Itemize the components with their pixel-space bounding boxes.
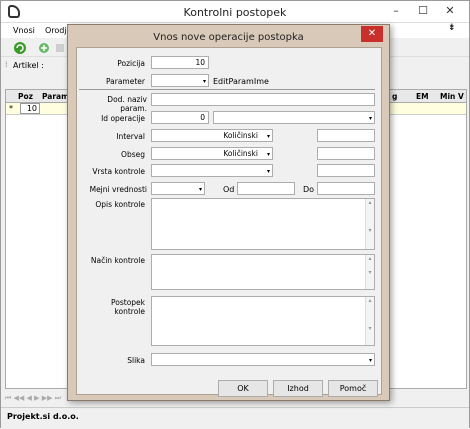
opis-kontrole-textarea[interactable]: ▴ ▾	[151, 198, 375, 250]
chevron-down-icon: ▾	[266, 133, 270, 140]
maximize-button[interactable]: ☐	[410, 1, 436, 21]
scrollbar[interactable]: ▴ ▾	[365, 297, 374, 345]
scrollbar[interactable]: ▴ ▾	[365, 255, 374, 289]
scroll-up-icon[interactable]: ▴	[368, 297, 371, 304]
od-label: Od	[223, 185, 235, 194]
dialog-title-bar: Vnos nove operacije postopka ✕	[68, 25, 389, 47]
dialog-close-button[interactable]: ✕	[361, 26, 383, 42]
dialog-title: Vnos nove operacije postopka	[153, 32, 304, 43]
minimize-button[interactable]: –	[383, 1, 409, 21]
do-field[interactable]	[317, 182, 375, 195]
nacin-kontrole-label: Način kontrole	[90, 256, 145, 265]
scroll-up-icon[interactable]: ▴	[368, 255, 371, 262]
status-text: Projekt.si d.o.o.	[7, 412, 79, 421]
interval-field[interactable]	[317, 129, 375, 142]
scroll-up-icon[interactable]: ▴	[368, 199, 371, 206]
chevron-down-icon: ▾	[266, 168, 270, 175]
izhod-button[interactable]: Izhod	[273, 380, 323, 397]
row-poz-cell[interactable]: 10	[20, 103, 40, 114]
scroll-down-icon[interactable]: ▾	[368, 325, 371, 332]
col-header-g[interactable]: g	[392, 92, 397, 101]
col-header-em[interactable]: EM	[416, 92, 429, 101]
status-bar: Projekt.si d.o.o.	[1, 407, 469, 429]
chevron-down-icon: ▾	[202, 78, 206, 85]
refresh-icon[interactable]	[13, 41, 27, 55]
interval-unit: Količinski	[223, 131, 258, 140]
nacin-kontrole-textarea[interactable]: ▴ ▾	[151, 254, 375, 290]
scroll-down-icon[interactable]: ▾	[368, 269, 371, 276]
interval-select[interactable]: Količinski ▾	[151, 129, 273, 142]
postopek-kontrole-textarea[interactable]: ▴ ▾	[151, 296, 375, 346]
slika-label: Slika	[127, 356, 145, 365]
dialog-body: Pozicija 10 Parameter ▾ EditParamIme Dod…	[76, 47, 382, 395]
obseg-select[interactable]: Količinski ▾	[151, 147, 273, 160]
postopek-kontrole-label: Postopek kontrole	[111, 298, 145, 316]
col-header-poz[interactable]: Poz	[18, 92, 33, 101]
edit-icon[interactable]	[53, 41, 67, 55]
menu-overflow-icon[interactable]: ⇟	[448, 23, 456, 33]
filter-dots-icon: ⁞	[5, 60, 8, 69]
scrollbar[interactable]: ▴ ▾	[365, 199, 374, 249]
parameter-label: Parameter	[105, 77, 145, 86]
obseg-unit: Količinski	[223, 149, 258, 158]
slika-select[interactable]: ▾	[151, 353, 375, 366]
chevron-down-icon: ▾	[368, 115, 372, 122]
id-operacije-label: Id operacije	[101, 114, 145, 123]
do-label: Do	[303, 185, 315, 194]
scroll-down-icon[interactable]: ▾	[368, 227, 371, 234]
chevron-down-icon: ▾	[198, 186, 202, 193]
row-marker: *	[9, 104, 13, 113]
parameter-name-text: EditParamIme	[213, 77, 269, 86]
pozicija-field[interactable]: 10	[151, 56, 209, 69]
obseg-field[interactable]	[317, 147, 375, 160]
opis-kontrole-label: Opis kontrole	[95, 200, 145, 209]
menu-vnosi[interactable]: Vnosi	[13, 26, 35, 35]
interval-label: Interval	[116, 132, 145, 141]
title-bar: Kontrolni postopek – ☐ ✕	[1, 1, 469, 23]
col-header-min-v[interactable]: Min V	[440, 92, 464, 101]
obseg-label: Obseg	[121, 150, 145, 159]
chevron-down-icon: ▾	[266, 151, 270, 158]
dod-naziv-label: Dod. naziv param.	[107, 95, 147, 113]
id-operacije-select[interactable]: ▾	[213, 111, 375, 124]
chevron-down-icon: ▾	[368, 357, 372, 364]
close-window-button[interactable]: ✕	[437, 1, 463, 21]
pomoc-button[interactable]: Pomoč	[328, 380, 378, 397]
new-operation-dialog: Vnos nove operacije postopka ✕ Pozicija …	[67, 24, 390, 401]
parameter-select[interactable]: ▾	[151, 74, 209, 87]
ok-button[interactable]: OK	[218, 380, 268, 397]
mejni-select[interactable]: ▾	[151, 182, 205, 195]
vrsta-kontrole-label: Vrsta kontrole	[92, 167, 145, 176]
divider	[79, 89, 375, 90]
vrsta-kontrole-select[interactable]: ▾	[151, 164, 273, 177]
add-icon[interactable]	[37, 41, 51, 55]
mejni-label: Mejni vrednosti	[89, 185, 147, 194]
vrsta-kontrole-extra-field[interactable]	[317, 164, 375, 177]
filter-label: Artikel :	[13, 61, 44, 70]
dod-naziv-field[interactable]	[151, 93, 375, 106]
od-field[interactable]	[237, 182, 295, 195]
id-operacije-field[interactable]: 0	[151, 111, 209, 124]
pozicija-label: Pozicija	[117, 59, 145, 68]
